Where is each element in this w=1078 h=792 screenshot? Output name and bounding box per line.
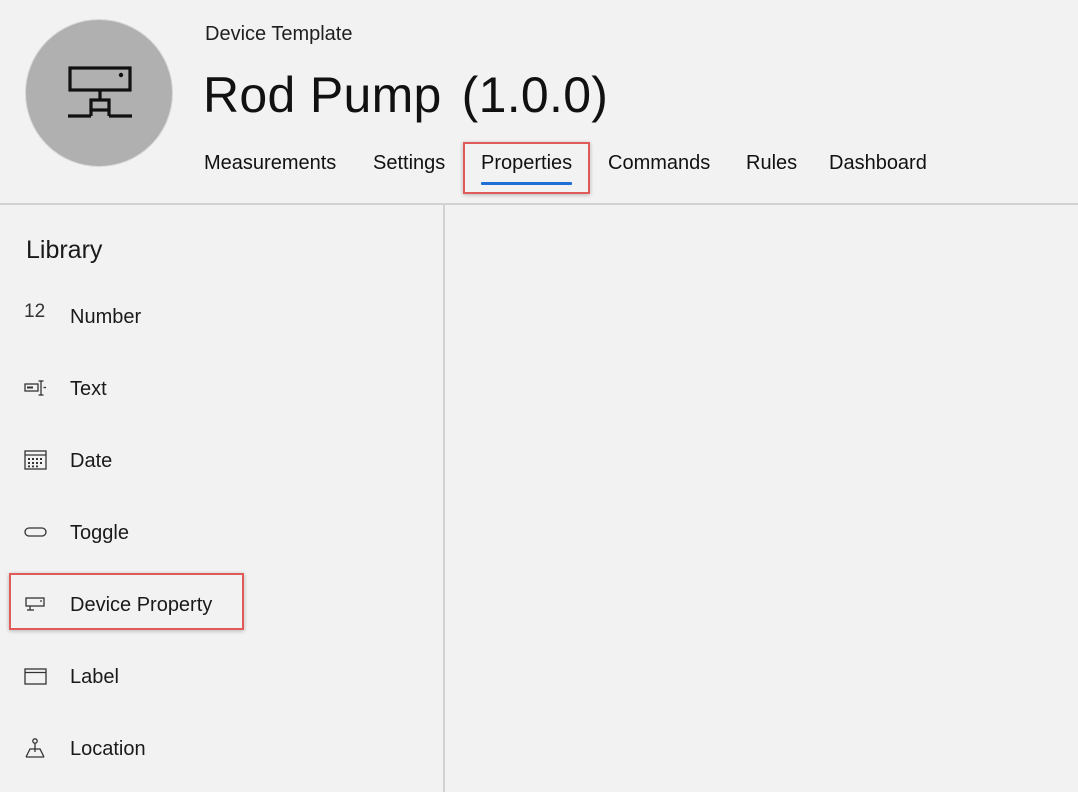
device-property-icon [24, 592, 48, 616]
library-item-label: Device Property [70, 594, 213, 616]
template-version: (1.0.0) [461, 67, 609, 123]
tab-dashboard[interactable]: Dashboard [829, 152, 927, 175]
library-item-label[interactable]: Label [0, 658, 440, 698]
label-icon [24, 664, 48, 688]
tab-settings[interactable]: Settings [373, 152, 445, 175]
panel-divider [443, 205, 445, 792]
library-item-label: Number [70, 306, 142, 328]
tab-properties[interactable]: Properties [481, 152, 573, 185]
template-name: Rod Pump [203, 67, 442, 123]
page-subtitle: Device Template [205, 23, 353, 45]
library-item-date[interactable]: Date [0, 442, 440, 482]
library-item-location[interactable]: Location [0, 730, 440, 770]
library-item-number[interactable]: 12 Number [0, 298, 440, 338]
tab-measurements[interactable]: Measurements [204, 152, 336, 175]
location-icon [24, 736, 48, 760]
toggle-icon [24, 520, 48, 544]
device-network-icon [68, 66, 132, 118]
library-item-toggle[interactable]: Toggle [0, 514, 440, 554]
calendar-icon [24, 448, 48, 472]
library-item-label: Location [70, 738, 146, 760]
library-item-label: Toggle [70, 522, 129, 544]
library-item-device-property[interactable]: Device Property [0, 586, 440, 626]
library-item-label-text: Label [70, 666, 119, 688]
tab-rules[interactable]: Rules [746, 152, 797, 175]
library-title: Library [26, 236, 103, 264]
page-title: Rod Pump (1.0.0) [203, 66, 608, 124]
library-item-label: Text [70, 378, 107, 400]
library-item-label: Date [70, 450, 113, 472]
header-divider [0, 203, 1078, 205]
tab-commands[interactable]: Commands [608, 152, 710, 175]
device-avatar [25, 19, 173, 167]
library-item-text[interactable]: Text [0, 370, 440, 410]
template-header: Device Template Rod Pump (1.0.0) Measurem… [0, 0, 1078, 203]
text-field-icon [24, 376, 48, 400]
number-icon: 12 [24, 301, 46, 322]
